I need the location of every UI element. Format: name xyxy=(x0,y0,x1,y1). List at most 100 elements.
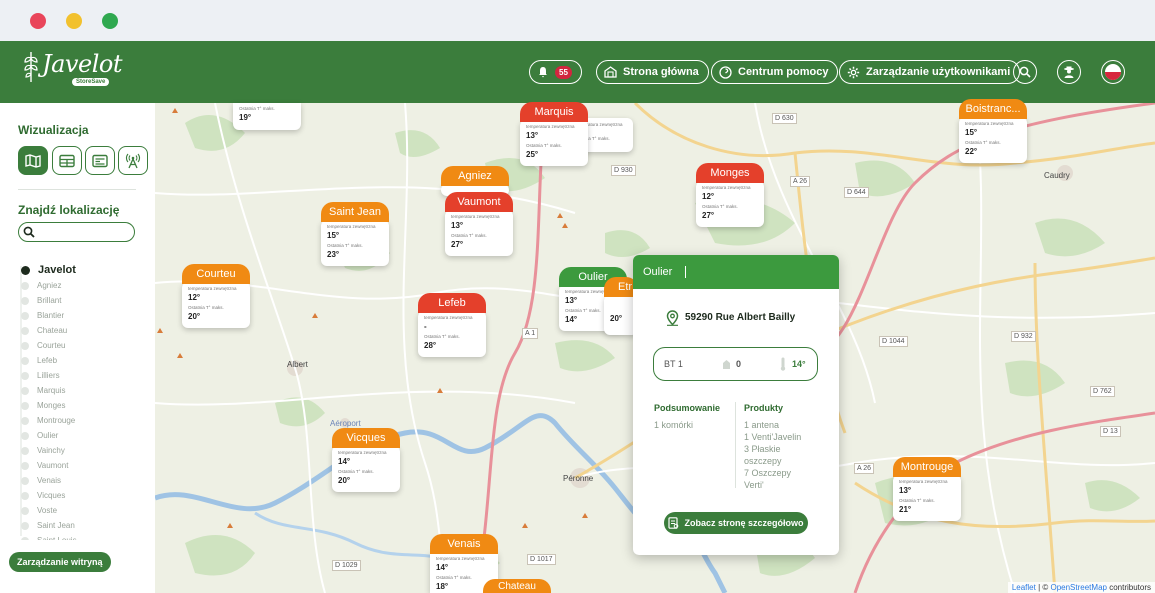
city-label: Aéroport xyxy=(330,419,361,428)
search-icon xyxy=(1019,66,1031,78)
location-list-item[interactable]: Blantier xyxy=(18,308,148,323)
bell-icon xyxy=(539,67,547,78)
sensor-card[interactable]: BT 1 0 14° xyxy=(653,347,818,381)
location-list-item[interactable]: Vainchy xyxy=(18,443,148,458)
location-pin-vaumont[interactable]: Vaumont temperatura zewnętrzna 13° Ostat… xyxy=(445,192,513,256)
location-list-item[interactable]: Vaumont xyxy=(18,458,148,473)
location-list-item[interactable]: Lilliers xyxy=(18,368,148,383)
pin-max-value: 25° xyxy=(526,150,539,159)
location-pin[interactable]: Ostatnia T° maks. 19° xyxy=(233,103,301,130)
location-search-input[interactable] xyxy=(18,222,135,242)
pin-temp-value: 15° xyxy=(327,231,340,240)
leaflet-link[interactable]: Leaflet xyxy=(1012,583,1036,592)
pin-max-value: 27° xyxy=(451,240,464,249)
location-list-item[interactable]: Montrouge xyxy=(18,413,148,428)
location-pin-lefeb[interactable]: Lefeb temperatura zewnętrzna - Ostatnia … xyxy=(418,293,486,357)
road-label: D 1029 xyxy=(332,560,361,571)
sidebar-divider xyxy=(18,189,136,190)
location-list-label: Marquis xyxy=(37,386,66,395)
maximize-window-button[interactable] xyxy=(102,13,118,29)
pin-title: Lefeb xyxy=(418,293,486,313)
product-line: 1 Venti'Javelin xyxy=(744,432,802,442)
location-pin-boistranc[interactable]: Boistranc... temperatura zewnętrzna 15° … xyxy=(959,99,1027,163)
antenna-view-button[interactable] xyxy=(118,146,148,175)
location-list-item[interactable]: Monges xyxy=(18,398,148,413)
location-list-item[interactable]: Vicques xyxy=(18,488,148,503)
radio-bullet-icon xyxy=(21,326,29,335)
visualization-title: Wizualizacja xyxy=(18,123,89,137)
user-management-button[interactable]: Zarządzanie użytkownikami xyxy=(839,60,1021,84)
location-pin-courteu[interactable]: Courteu temperatura zewnętrzna 12° Ostat… xyxy=(182,264,250,328)
site-management-button[interactable]: Zarządzanie witryną xyxy=(9,552,111,572)
attribution-separator: | © xyxy=(1035,583,1051,592)
location-list-item[interactable]: Oulier xyxy=(18,428,148,443)
help-center-button[interactable]: Centrum pomocy xyxy=(711,60,839,84)
location-list-label: Lefeb xyxy=(37,356,58,365)
location-pin-marquis[interactable]: Marquis temperatura zewnętrzna 13° Ostat… xyxy=(520,102,588,166)
product-line: oszczepy xyxy=(744,456,782,466)
profile-button[interactable] xyxy=(1057,60,1081,84)
pin-title: Courteu xyxy=(182,264,250,284)
location-pin-icon xyxy=(666,310,679,326)
location-pin-monges[interactable]: Monges temperatura zewnętrzna 12° Ostatn… xyxy=(696,163,764,227)
location-list-label: Saint Louis xyxy=(37,536,77,540)
location-pin-saint-jean[interactable]: Saint Jean temperatura zewnętrzna 15° Os… xyxy=(321,202,389,266)
location-pin-vicques[interactable]: Vicques temperatura zewnętrzna 14° Ostat… xyxy=(332,428,400,492)
location-list-item[interactable]: Saint Jean xyxy=(18,518,148,533)
city-label: Péronne xyxy=(563,474,594,483)
pin-max-value: 20° xyxy=(610,314,623,323)
radio-bullet-icon xyxy=(21,506,29,515)
table-icon xyxy=(59,154,75,167)
road-label: A 1 xyxy=(522,328,539,339)
pin-title: Saint Jean xyxy=(321,202,389,222)
road-label: D 762 xyxy=(1090,386,1115,397)
map-icon xyxy=(25,153,41,168)
help-icon xyxy=(719,65,732,79)
road-label: D 1044 xyxy=(879,336,908,347)
radio-bullet-icon xyxy=(21,371,29,380)
location-list-item[interactable]: Saint Louis xyxy=(18,533,148,540)
location-list-label: Brillant xyxy=(37,296,62,305)
dashboard-view-button[interactable] xyxy=(85,146,115,175)
radio-bullet-icon xyxy=(21,401,29,410)
app-name: Javelot xyxy=(42,50,122,78)
home-button[interactable]: Strona główna xyxy=(596,60,709,84)
osm-link[interactable]: OpenStreetMap xyxy=(1050,583,1106,592)
location-pin-montrouge[interactable]: Montrouge temperatura zewnętrzna 13° Ost… xyxy=(893,457,961,521)
notifications-badge: 55 xyxy=(555,65,572,79)
pin-title: Montrouge xyxy=(893,457,961,477)
location-list-label: Vaumont xyxy=(37,461,69,470)
search-icon xyxy=(23,226,35,238)
pin-temp-label: temperatura zewnętrzna xyxy=(424,315,473,320)
notifications-button[interactable]: 55 xyxy=(529,60,582,84)
dashboard-icon xyxy=(92,154,108,167)
location-list-item[interactable]: Voste xyxy=(18,503,148,518)
location-list-label: Courteu xyxy=(37,341,66,350)
close-window-button[interactable] xyxy=(30,13,46,29)
location-list-item[interactable]: Agniez xyxy=(18,278,148,293)
search-button[interactable] xyxy=(1013,60,1037,84)
radio-bullet-icon xyxy=(21,296,29,305)
table-view-button[interactable] xyxy=(52,146,82,175)
location-list-item[interactable]: Lefeb xyxy=(18,353,148,368)
app-logo[interactable]: Javelot StoreSave xyxy=(22,50,132,90)
location-list-item[interactable]: Venais xyxy=(18,473,148,488)
minimize-window-button[interactable] xyxy=(66,13,82,29)
thermometer-icon xyxy=(780,357,786,371)
location-list-item[interactable]: Marquis xyxy=(18,383,148,398)
map-view-button[interactable] xyxy=(18,146,48,175)
location-list-item[interactable]: Chateau xyxy=(18,323,148,338)
language-button[interactable] xyxy=(1101,60,1125,84)
location-popup: Oulier 59290 Rue Albert Bailly BT 1 0 14… xyxy=(633,255,839,555)
radio-bullet-icon xyxy=(21,265,30,275)
location-list-item[interactable]: Brillant xyxy=(18,293,148,308)
location-list-item[interactable]: Courteu xyxy=(18,338,148,353)
location-list-label: Chateau xyxy=(37,326,68,335)
user-management-label: Zarządzanie użytkownikami xyxy=(866,66,1011,78)
location-list-item[interactable]: Javelot xyxy=(18,262,148,278)
road-label: D 13 xyxy=(1100,426,1121,437)
location-list-label: Voste xyxy=(37,506,58,515)
view-details-button[interactable]: Zobacz stronę szczegółowo xyxy=(664,512,808,534)
pin-max-value: 23° xyxy=(327,250,340,259)
pin-title: Agniez xyxy=(441,166,509,186)
